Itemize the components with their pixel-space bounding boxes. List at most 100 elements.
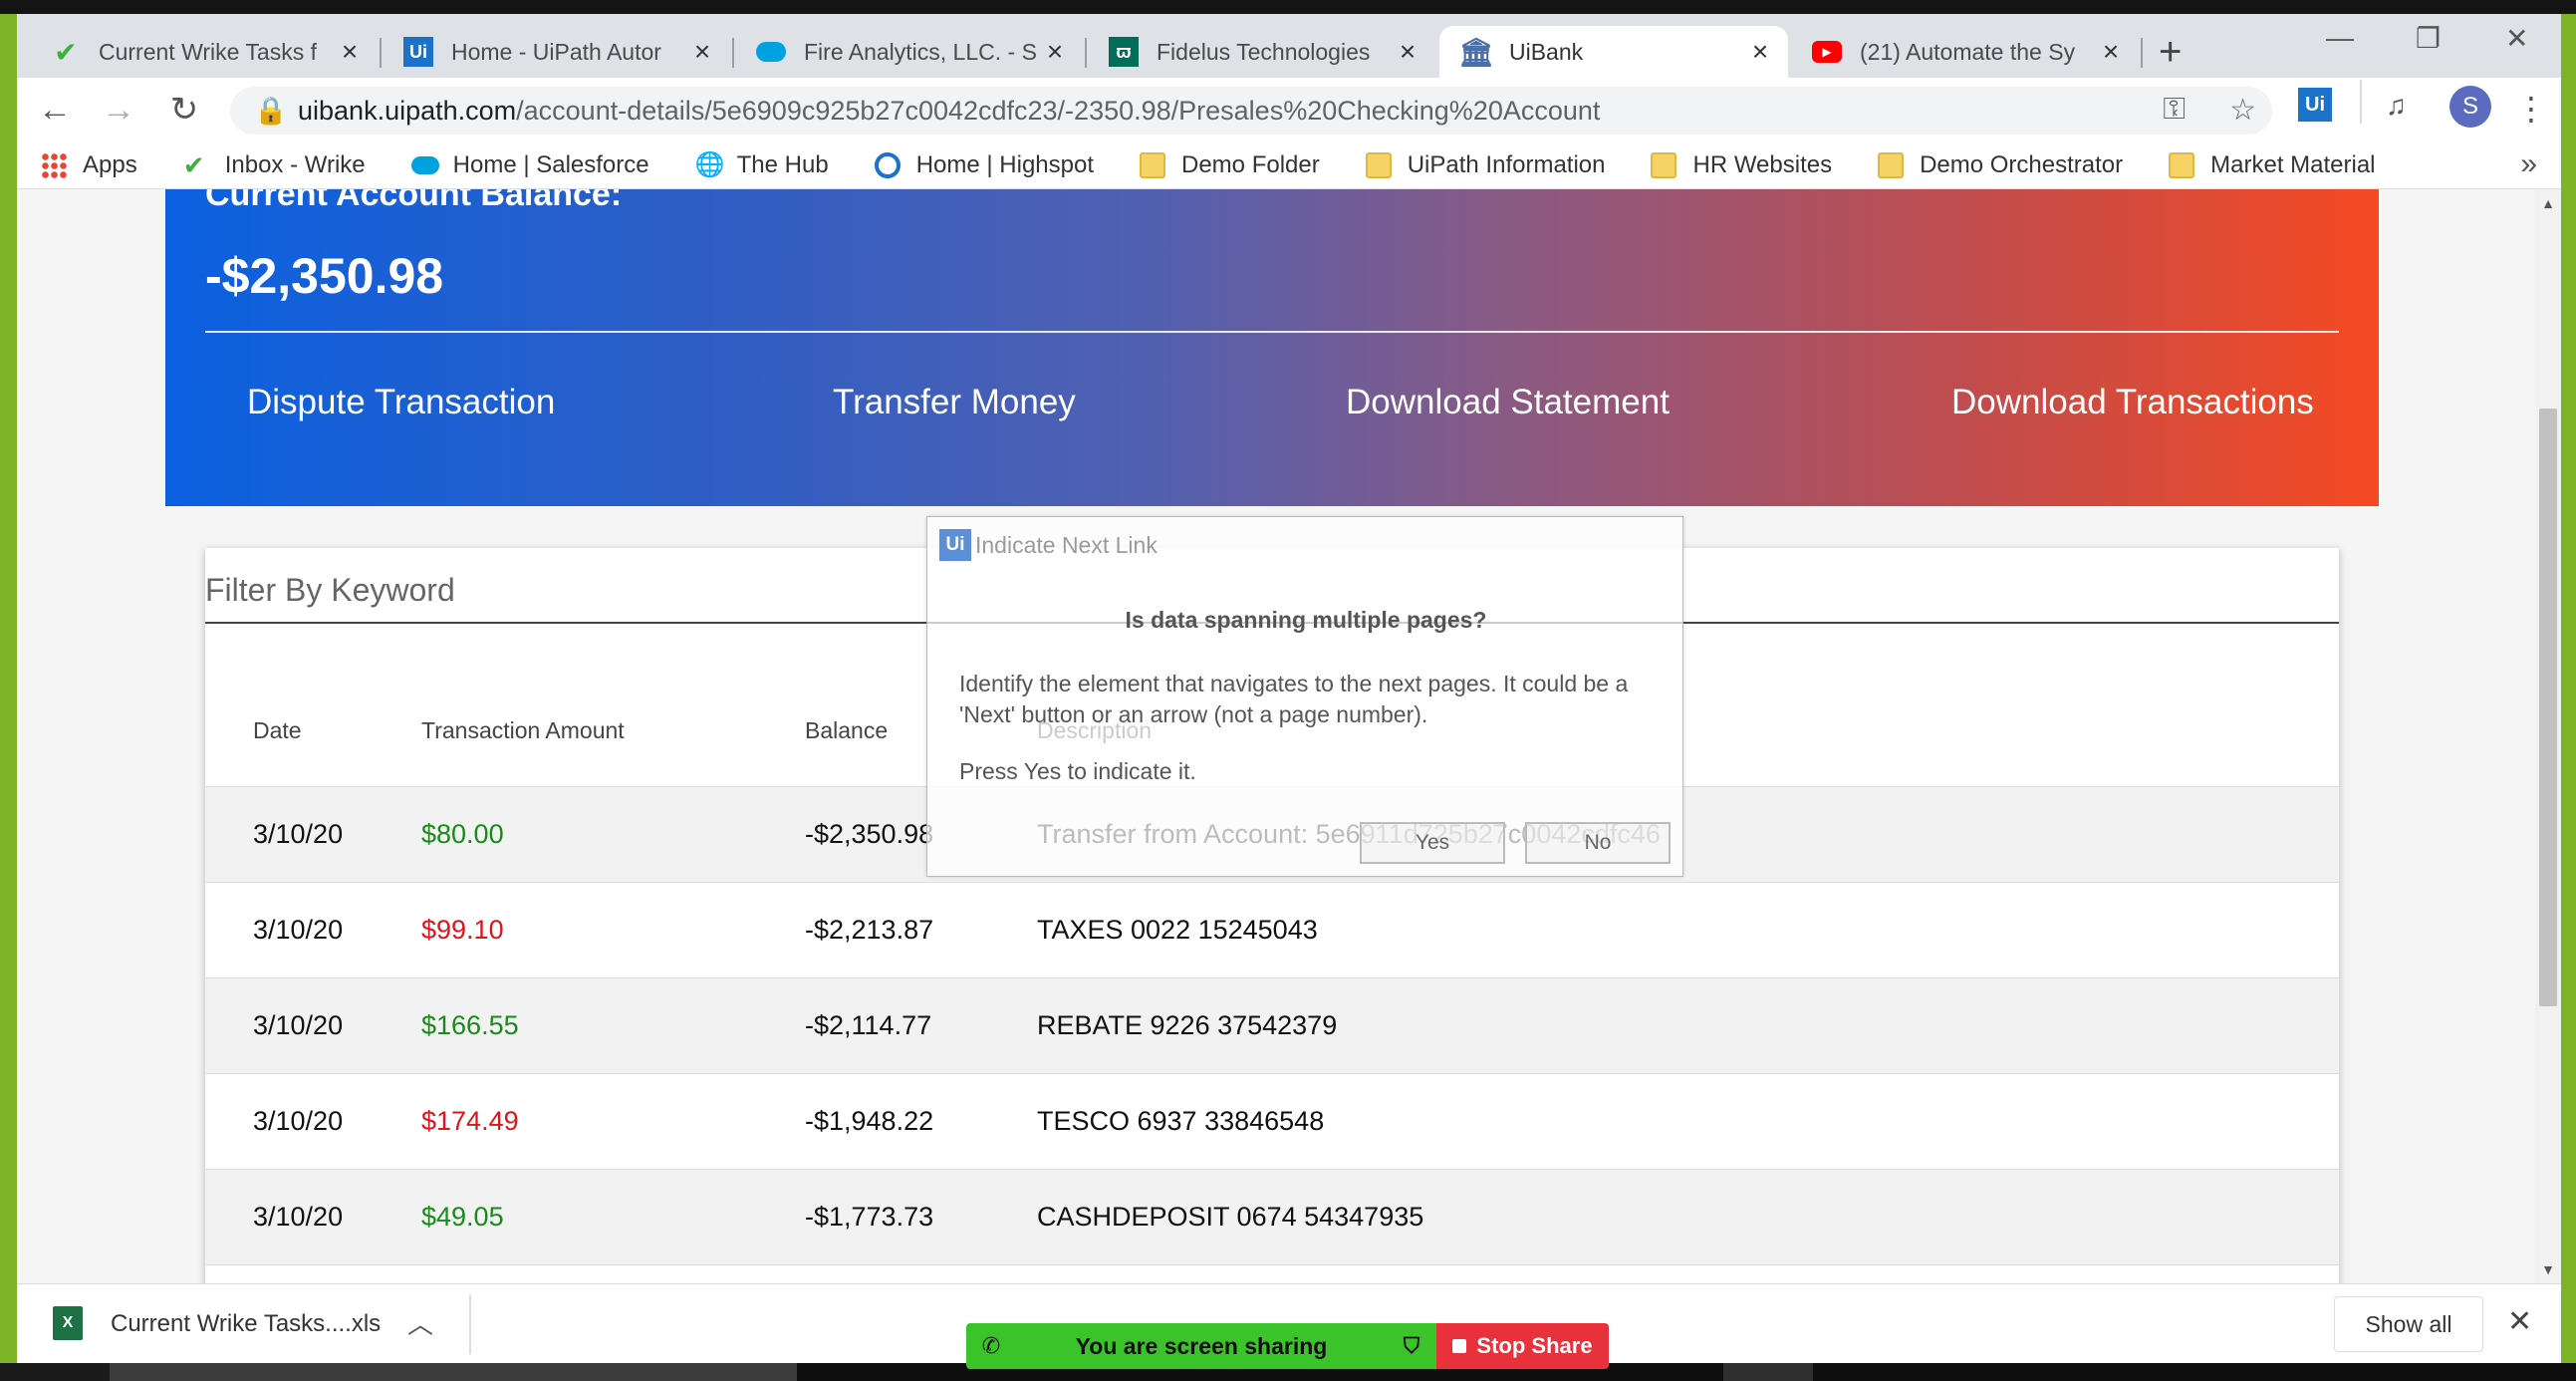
bookmark-label: Inbox - Wrike — [224, 150, 366, 178]
bookmark-highspot[interactable]: Home | Highspot — [874, 151, 1094, 179]
row-description: REBATE 9226 37542379 — [1037, 1010, 1338, 1040]
tab-uipath-home[interactable]: Ui Home - UiPath Autor × — [382, 26, 730, 78]
bookmark-label: HR Websites — [1692, 150, 1833, 178]
table-row[interactable]: 3/10/20 $49.05 -$1,773.73 CASHDEPOSIT 06… — [205, 1170, 2339, 1265]
profile-avatar[interactable]: S — [2449, 86, 2491, 128]
dispute-transaction-link[interactable]: Dispute Transaction — [247, 383, 555, 422]
bookmark-demo-orchestrator[interactable]: Demo Orchestrator — [1878, 151, 2123, 179]
download-filename[interactable]: Current Wrike Tasks....xls — [111, 1310, 381, 1338]
table-row[interactable]: 3/10/20 $174.49 -$1,948.22 TESCO 6937 33… — [205, 1074, 2339, 1170]
bookmark-label: UiPath Information — [1407, 150, 1606, 178]
fidelus-icon: ϖ — [1109, 37, 1139, 67]
key-icon[interactable]: ⚿ — [2163, 93, 2186, 128]
row-date: 3/10/20 — [253, 1010, 344, 1040]
tab-label: Fidelus Technologies — [1157, 38, 1371, 65]
row-balance: -$2,114.77 — [805, 1010, 932, 1040]
globe-icon: 🌐 — [694, 150, 725, 178]
youtube-icon: ▶ — [1812, 37, 1842, 67]
address-bar[interactable]: 🔒 uibank.uipath.com/account-details/5e69… — [230, 87, 2272, 135]
salesforce-cloud-icon — [410, 152, 439, 178]
chevron-up-icon[interactable]: ︿ — [407, 1304, 433, 1341]
row-amount: $99.10 — [421, 915, 504, 945]
bookmark-star-icon[interactable]: ☆ — [2229, 93, 2256, 128]
row-date: 3/10/20 — [253, 915, 344, 945]
bookmark-apps[interactable]: Apps — [41, 151, 137, 179]
download-statement-link[interactable]: Download Statement — [1346, 383, 1670, 422]
show-all-button[interactable]: Show all — [2334, 1296, 2483, 1352]
bookmark-demo-folder[interactable]: Demo Folder — [1140, 151, 1320, 179]
column-header-amount[interactable]: Transaction Amount — [421, 717, 805, 744]
dialog-body: Identify the element that navigates to t… — [959, 671, 1629, 727]
close-tab-icon[interactable]: × — [1394, 36, 1421, 68]
tab-uibank[interactable]: 🏛 UiBank × — [1439, 26, 1788, 78]
toolbar-separator — [2360, 80, 2362, 124]
row-date: 3/10/20 — [253, 819, 344, 849]
screen-share-banner: ✆ You are screen sharing ⛉ Stop Share — [966, 1323, 1609, 1369]
uipath-icon: Ui — [403, 37, 433, 67]
bookmark-label: Apps — [83, 150, 137, 178]
close-tab-icon[interactable]: × — [2097, 36, 2125, 68]
dialog-instruction: Press Yes to indicate it. — [959, 758, 1196, 784]
back-button[interactable]: ← — [35, 90, 75, 130]
dialog-title: Ui Indicate Next Link — [939, 529, 1158, 561]
indicate-next-link-dialog: Ui Indicate Next Link Is data spanning m… — [926, 516, 1683, 877]
bookmark-label: Home | Salesforce — [452, 150, 649, 178]
stop-share-label: Stop Share — [1476, 1333, 1593, 1358]
restore-button[interactable]: ❐ — [2416, 22, 2441, 55]
media-control-icon[interactable]: ♫ — [2386, 90, 2407, 122]
table-row[interactable]: 3/10/20 $166.55 -$2,114.77 REBATE 9226 3… — [205, 978, 2339, 1074]
tab-wrike[interactable]: ✔ Current Wrike Tasks f × — [29, 26, 378, 78]
bank-icon: 🏛 — [1458, 36, 1494, 68]
desktop-top-strip — [0, 0, 2576, 14]
uipath-logo-icon: Ui — [939, 529, 971, 561]
more-bookmarks-icon[interactable]: » — [2520, 147, 2537, 181]
reload-button[interactable]: ↻ — [164, 90, 204, 130]
transfer-money-link[interactable]: Transfer Money — [833, 383, 1076, 422]
bookmark-wrike[interactable]: ✔ Inbox - Wrike — [183, 151, 366, 179]
yes-button[interactable]: Yes — [1360, 822, 1505, 864]
taskbar-segment — [0, 1363, 110, 1381]
row-description: CASHDEPOSIT 0674 54347935 — [1037, 1202, 1424, 1232]
bookmark-hr-websites[interactable]: HR Websites — [1651, 151, 1832, 179]
tab-youtube[interactable]: ▶ (21) Automate the Sy × — [1790, 26, 2139, 78]
new-tab-button[interactable]: + — [2159, 30, 2182, 75]
tab-label: UiBank — [1509, 38, 1584, 65]
tab-salesforce[interactable]: Fire Analytics, LLC. - S × — [734, 26, 1083, 78]
folder-icon — [2169, 151, 2195, 178]
bookmark-the-hub[interactable]: 🌐 The Hub — [695, 151, 829, 179]
row-description: TAXES 0022 15245043 — [1037, 915, 1318, 945]
close-tab-icon[interactable]: × — [1746, 36, 1774, 68]
bookmark-uipath-information[interactable]: UiPath Information — [1365, 150, 1606, 179]
uipath-extension-icon[interactable]: Ui — [2298, 88, 2332, 122]
scroll-down-icon[interactable]: ▼ — [2541, 1261, 2555, 1277]
table-row[interactable]: 3/10/20 $99.10 -$2,213.87 TAXES 0022 152… — [205, 883, 2339, 978]
no-button[interactable]: No — [1525, 822, 1671, 864]
url-path: /account-details/5e6909c925b27c0042cdfc2… — [516, 95, 1601, 126]
folder-icon — [1140, 151, 1165, 178]
close-tab-icon[interactable]: × — [336, 36, 364, 68]
forward-button[interactable]: → — [99, 90, 138, 130]
menu-kebab-icon[interactable]: ⋮ — [2515, 90, 2547, 128]
bookmark-salesforce[interactable]: Home | Salesforce — [410, 150, 649, 179]
scrollbar-thumb[interactable] — [2539, 409, 2557, 1006]
balance-value: -$2,350.98 — [205, 248, 444, 304]
bookmark-market-material[interactable]: Market Material — [2169, 151, 2376, 179]
close-window-button[interactable]: ✕ — [2505, 22, 2528, 55]
page-scrollbar[interactable]: ▲ ▼ — [2535, 189, 2561, 1283]
folder-icon — [1365, 151, 1392, 178]
close-shelf-icon[interactable]: ✕ — [2507, 1304, 2532, 1339]
browser-window: ✔ Current Wrike Tasks f × Ui Home - UiPa… — [17, 14, 2561, 1363]
salesforce-cloud-icon — [756, 37, 786, 67]
row-balance: -$1,773.73 — [805, 1202, 934, 1232]
folder-icon — [1878, 151, 1905, 178]
close-tab-icon[interactable]: × — [688, 36, 716, 68]
stop-share-button[interactable]: Stop Share — [1436, 1323, 1609, 1369]
tab-fidelus[interactable]: ϖ Fidelus Technologies × — [1087, 26, 1435, 78]
download-transactions-link[interactable]: Download Transactions — [1951, 383, 2314, 422]
screen-share-text: You are screen sharing — [1075, 1332, 1328, 1359]
close-tab-icon[interactable]: × — [1041, 36, 1069, 68]
column-header-date[interactable]: Date — [205, 717, 421, 744]
scroll-up-icon[interactable]: ▲ — [2541, 195, 2555, 211]
minimize-button[interactable]: — — [2326, 22, 2354, 54]
account-header: Current Account Balance: -$2,350.98 Disp… — [165, 189, 2379, 506]
